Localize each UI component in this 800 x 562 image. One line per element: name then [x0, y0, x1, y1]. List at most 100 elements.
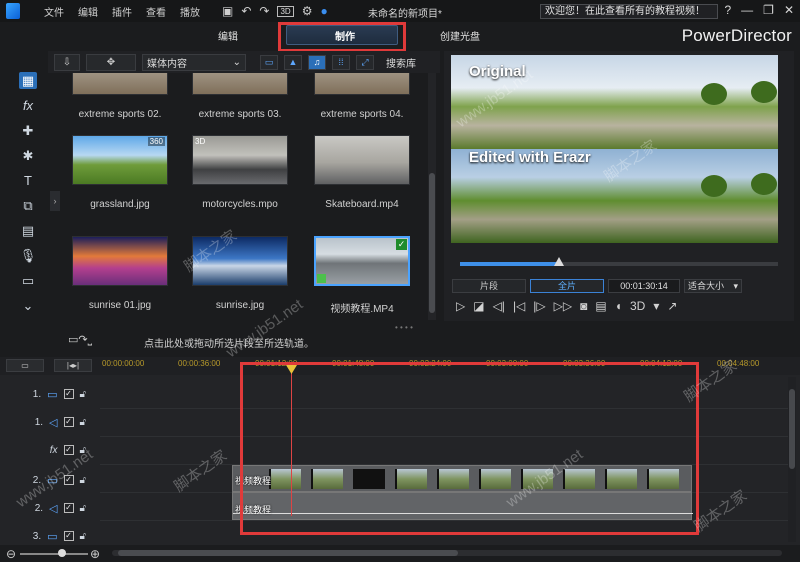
pip-room-icon[interactable]: ✚ [19, 122, 37, 139]
movie-mode-button[interactable]: 全片 [530, 279, 604, 293]
save-icon[interactable]: ▣ [222, 4, 233, 18]
preview-scrubber[interactable] [460, 257, 778, 266]
track-manager-button[interactable]: ▭ [6, 359, 44, 372]
account-icon[interactable]: ● [320, 4, 327, 18]
media-caption: extreme sports 04. [320, 109, 404, 120]
media-item[interactable]: extreme sports 04. [310, 73, 414, 120]
media-item[interactable]: 3D motorcycles.mpo [188, 135, 292, 210]
lock-icon[interactable]: 🔓︎ [80, 531, 86, 542]
title-room-icon[interactable]: T [19, 172, 37, 189]
collapse-panel-arrow-icon[interactable]: › [50, 191, 60, 211]
media-item[interactable]: 360 grassland.jpg [68, 135, 172, 210]
menu-view[interactable]: 查看 [146, 4, 166, 19]
more-rooms-icon[interactable]: ⌄ [19, 297, 37, 314]
tab-create-disc[interactable]: 创建光盘 [440, 28, 480, 43]
settings-gear-icon[interactable]: ⚙ [302, 4, 313, 18]
track-enable-checkbox[interactable]: ✓ [63, 417, 74, 427]
chapter-room-icon[interactable]: ▤ [19, 222, 37, 239]
lock-icon[interactable]: 🔓︎ [80, 475, 86, 486]
insert-to-track-icon[interactable]: ▭↷⎵ [68, 333, 92, 347]
view-video-icon[interactable]: ▭ [260, 54, 278, 70]
media-caption: 视频教程.MP4 [330, 304, 394, 315]
fast-forward-icon[interactable]: ▷▷ [554, 299, 572, 313]
tab-edit[interactable]: 编辑 [218, 28, 238, 43]
menu-play[interactable]: 播放 [180, 4, 200, 19]
scrollbar-thumb[interactable] [789, 389, 795, 469]
track-enable-checkbox[interactable]: ✓ [63, 389, 74, 399]
lock-icon[interactable]: 🔓︎ [80, 389, 86, 400]
voiceover-room-icon[interactable]: 🎙 [19, 247, 37, 264]
view-expand-icon[interactable]: ⤢ [356, 54, 374, 70]
subtitle-icon[interactable]: ▤ [595, 299, 606, 313]
scrollbar-thumb[interactable] [429, 173, 435, 313]
view-audio-icon[interactable]: ♫ [308, 54, 326, 70]
room-toolbar: ▦ fx ✚ ✱ T ⧉ ▤ 🎙 ▭ ⌄ [14, 72, 42, 314]
media-caption: extreme sports 02. [78, 109, 162, 120]
library-scrollbar[interactable] [428, 73, 436, 320]
3d-mode-toggle[interactable]: 3D [277, 5, 294, 17]
undo-icon[interactable]: ↶ [241, 4, 251, 18]
lock-icon[interactable]: 🔓︎ [80, 503, 86, 514]
stop-icon[interactable]: ◪ [473, 299, 484, 313]
scrubber-handle[interactable] [553, 257, 564, 266]
lock-icon[interactable]: 🔓︎ [80, 417, 86, 428]
media-item[interactable]: extreme sports 02. [68, 73, 172, 120]
close-icon[interactable]: ✕ [784, 3, 794, 17]
library-filter-select[interactable]: 媒体内容 ⌄ [142, 53, 246, 71]
ruler-tick: 00:00:36:00 [178, 359, 221, 368]
help-icon[interactable]: ? [724, 3, 731, 17]
next-icon[interactable]: |▷ [533, 299, 545, 313]
prev-frame-icon[interactable]: ◁| [493, 299, 505, 313]
maximize-icon[interactable]: ❐ [763, 3, 774, 17]
volume-icon[interactable]: ◖ [615, 299, 622, 313]
view-image-icon[interactable]: ▲ [284, 54, 302, 70]
redo-icon[interactable]: ↷ [259, 4, 269, 18]
library-filter-value: 媒体内容 [147, 58, 187, 70]
media-item-selected[interactable]: ✓ 视频教程.MP4 [310, 236, 414, 315]
library-search[interactable]: 搜索库 [386, 55, 416, 70]
import-media-icon[interactable]: ⇩ [54, 53, 80, 71]
fx-room-icon[interactable]: fx [19, 97, 37, 114]
zoom-slider-handle[interactable] [58, 549, 66, 557]
menu-edit[interactable]: 编辑 [78, 4, 98, 19]
zoom-slider[interactable] [20, 553, 88, 555]
app-logo-icon [6, 3, 20, 19]
preview-window[interactable]: Original Edited with Erazr [451, 55, 778, 243]
subtitle-room-icon[interactable]: ▭ [19, 272, 37, 289]
welcome-tutorial-link[interactable]: 欢迎您！在此查看所有的教程视频！ [540, 4, 718, 19]
plugin-icon[interactable]: ✥ [86, 53, 136, 71]
track-enable-checkbox[interactable]: ✓ [63, 445, 74, 455]
particle-room-icon[interactable]: ✱ [19, 147, 37, 164]
track-number: 2. [34, 502, 44, 514]
snapshot-icon[interactable]: ◙ [580, 299, 587, 313]
media-item[interactable]: Skateboard.mp4 [310, 135, 414, 210]
zoom-in-icon[interactable]: ⊕ [90, 547, 100, 561]
track-enable-checkbox[interactable]: ✓ [63, 531, 74, 541]
zoom-out-icon[interactable]: ⊖ [6, 547, 16, 561]
clip-mode-button[interactable]: 片段 [452, 279, 526, 293]
play-icon[interactable]: ▷ [456, 299, 465, 313]
timeline-vertical-scrollbar[interactable] [788, 377, 796, 542]
fit-size-select[interactable]: 适合大小 ▾ [684, 279, 742, 293]
media-room-icon[interactable]: ▦ [19, 72, 37, 89]
menu-file[interactable]: 文件 [44, 4, 64, 19]
timeline-horizontal-scrollbar[interactable] [112, 550, 782, 556]
undock-icon[interactable]: ↗ [667, 299, 677, 313]
view-grid-icon[interactable]: ⁞⁞ [332, 54, 350, 70]
track-enable-checkbox[interactable]: ✓ [63, 475, 74, 485]
fit-timeline-button[interactable]: |◂▸| [54, 359, 92, 372]
media-item[interactable]: extreme sports 03. [188, 73, 292, 120]
prev-icon[interactable]: |◁ [513, 299, 525, 313]
lock-icon[interactable]: 🔓︎ [80, 445, 86, 456]
transition-room-icon[interactable]: ⧉ [19, 197, 37, 214]
media-item[interactable]: sunrise.jpg [188, 236, 292, 311]
dropdown-arrow-icon[interactable]: ▾ [653, 299, 659, 313]
timecode-display[interactable]: 00:01:30:14 [608, 279, 680, 293]
track-enable-checkbox[interactable]: ✓ [63, 503, 74, 513]
scrollbar-thumb[interactable] [118, 550, 458, 556]
minimize-icon[interactable]: — [741, 3, 753, 17]
3d-toggle-button[interactable]: 3D [630, 299, 645, 313]
resize-grip-icon[interactable]: • • • • [395, 323, 413, 332]
media-item[interactable]: sunrise 01.jpg [68, 236, 172, 311]
menu-plugins[interactable]: 插件 [112, 4, 132, 19]
